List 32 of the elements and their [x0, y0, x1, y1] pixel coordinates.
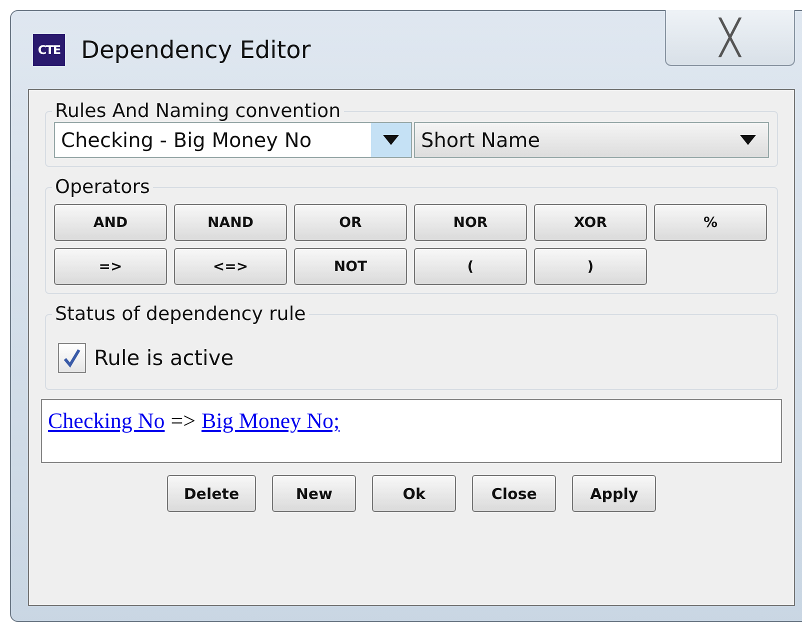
dialog-button[interactable]: Delete [166, 475, 256, 512]
operator-button[interactable]: AND [54, 204, 167, 241]
rule-link[interactable]: Big Money No; [202, 408, 340, 434]
dialog-button[interactable]: Apply [572, 475, 656, 512]
rule-text-area[interactable]: Checking No => Big Money No; [41, 399, 782, 463]
close-button[interactable]: ╳ [665, 10, 795, 66]
operator-button[interactable]: ) [534, 248, 647, 285]
dialog-button[interactable]: New [272, 475, 356, 512]
operator-button[interactable]: % [654, 204, 767, 241]
operator-button[interactable]: NOR [414, 204, 527, 241]
group-title: Rules And Naming convention [54, 100, 342, 122]
operator-button[interactable]: ( [414, 248, 527, 285]
rule-dropdown[interactable]: Checking - Big Money No [54, 122, 412, 158]
checkbox[interactable] [58, 343, 86, 373]
operator-button[interactable]: NAND [174, 204, 287, 241]
rule-link[interactable]: Checking No [48, 408, 165, 434]
operator-button[interactable]: OR [294, 204, 407, 241]
operator-button[interactable]: => [54, 248, 167, 285]
dialog-button[interactable]: Ok [372, 475, 456, 512]
group-title: Status of dependency rule [54, 303, 307, 325]
rule-operator: => [170, 408, 196, 434]
operator-button[interactable]: <=> [174, 248, 287, 285]
naming-dropdown[interactable]: Short Name [414, 122, 769, 158]
operator-button[interactable]: NOT [294, 248, 407, 285]
checkbox-label: Rule is active [94, 346, 234, 370]
group-title: Operators [54, 176, 151, 198]
dialog-button[interactable]: Close [472, 475, 556, 512]
window-title: Dependency Editor [81, 36, 311, 64]
operator-button[interactable]: XOR [534, 204, 647, 241]
caret-icon [740, 135, 756, 145]
caret-icon [383, 135, 399, 145]
app-icon: CTE [33, 34, 65, 66]
